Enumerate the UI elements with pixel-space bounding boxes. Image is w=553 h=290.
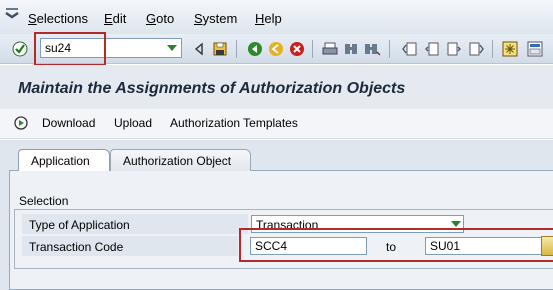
type-of-application-label: Type of Application — [29, 218, 130, 232]
menu-accel: S — [194, 11, 203, 26]
menu-edit[interactable]: Edit — [104, 11, 126, 26]
menu-accel: S — [28, 11, 37, 26]
next-page-icon[interactable] — [446, 41, 462, 57]
toolbar-separator — [236, 40, 237, 58]
enter-icon[interactable] — [12, 41, 28, 57]
transaction-code-highlight — [239, 228, 553, 262]
tab-application[interactable]: Application — [18, 149, 110, 171]
back-icon[interactable] — [247, 41, 263, 57]
tab-authorization-object[interactable]: Authorization Object — [110, 149, 251, 171]
menu-goto[interactable]: Goto — [146, 11, 174, 26]
previous-page-icon[interactable] — [424, 41, 440, 57]
menu-selections[interactable]: Selections — [28, 11, 88, 26]
menu-accel: H — [255, 11, 265, 26]
selection-group-title: Selection — [19, 194, 69, 208]
command-field-highlight — [34, 32, 106, 66]
page-title: Maintain the Assignments of Authorizatio… — [18, 80, 406, 97]
menu-label: dit — [112, 11, 127, 26]
toolbar-separator — [492, 40, 493, 58]
toolbar-separator — [312, 40, 313, 58]
create-session-icon[interactable] — [502, 41, 518, 57]
system-menu-icon[interactable] — [4, 8, 20, 24]
exit-icon[interactable] — [268, 41, 284, 57]
find-icon[interactable] — [343, 41, 359, 57]
chevron-down-icon[interactable] — [451, 221, 461, 227]
menu-label: oto — [156, 11, 175, 26]
first-page-icon[interactable] — [402, 41, 418, 57]
shortcut-icon[interactable] — [527, 41, 543, 57]
menu-accel: G — [146, 11, 157, 26]
menu-label: elections — [36, 11, 88, 26]
toolbar-separator — [389, 40, 390, 58]
menu-help[interactable]: Help — [255, 11, 282, 26]
save-icon[interactable] — [212, 41, 228, 57]
menu-accel: E — [104, 11, 113, 26]
back-arrow-icon[interactable] — [191, 41, 207, 57]
last-page-icon[interactable] — [468, 41, 484, 57]
chevron-down-icon[interactable] — [167, 45, 177, 51]
menu-label: elp — [264, 11, 282, 26]
print-icon[interactable] — [322, 41, 338, 57]
cancel-icon[interactable] — [289, 41, 305, 57]
authorization-templates-button[interactable]: Authorization Templates — [170, 116, 298, 130]
menu-system[interactable]: System — [194, 11, 237, 26]
download-button[interactable]: Download — [42, 116, 95, 130]
menu-label: ystem — [202, 11, 238, 26]
transaction-code-label: Transaction Code — [29, 240, 124, 254]
upload-button[interactable]: Upload — [114, 116, 152, 130]
find-next-icon[interactable] — [364, 41, 380, 57]
execute-icon[interactable] — [13, 115, 29, 131]
